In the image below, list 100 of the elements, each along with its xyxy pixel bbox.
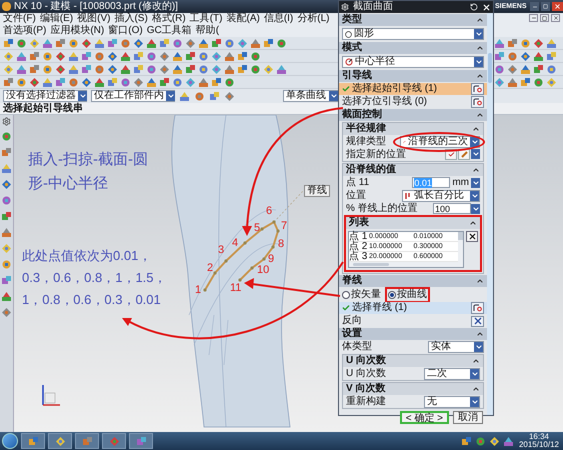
toolbar-icon[interactable]: [460, 436, 472, 446]
toolbar-icon[interactable]: [488, 436, 500, 446]
collapse-icon[interactable]: [476, 330, 484, 338]
toolbar-icon[interactable]: [1, 211, 12, 222]
section-header[interactable]: 模式: [339, 42, 487, 54]
menu-item[interactable]: 格式(R): [152, 13, 186, 25]
section-header[interactable]: V 向次数: [343, 383, 483, 395]
reset-icon[interactable]: [470, 3, 478, 11]
menu-item[interactable]: 文件(F): [3, 13, 36, 25]
toolbar-icon[interactable]: [16, 64, 27, 74]
toolbar-icon[interactable]: [3, 64, 14, 74]
toolbar-icon[interactable]: [133, 38, 144, 48]
toolbar-icon[interactable]: [237, 38, 248, 48]
toolbar-icon[interactable]: [146, 76, 157, 88]
toolbar-icon[interactable]: [68, 50, 79, 62]
toolbar-icon[interactable]: [194, 90, 205, 102]
law-type-dropdown[interactable]: 沿脊线的三次: [400, 136, 480, 148]
toolbar-icon[interactable]: [533, 76, 544, 88]
start-button[interactable]: [2, 433, 18, 449]
toolbar-icon[interactable]: [1, 243, 12, 254]
menu-item[interactable]: 装配(A): [226, 13, 260, 25]
menu-item[interactable]: 编辑(E): [40, 13, 74, 25]
menu-item[interactable]: GC工具箱: [146, 25, 192, 37]
toolbar-icon[interactable]: [224, 64, 235, 74]
toolbar-icon[interactable]: [250, 38, 261, 48]
toolbar-icon[interactable]: [94, 38, 105, 48]
settings-icon[interactable]: [2, 117, 11, 126]
cancel-button[interactable]: 取消: [453, 411, 483, 424]
toolbar-icon[interactable]: [42, 76, 53, 88]
toolbar-icon[interactable]: [546, 76, 557, 88]
toolbar-icon[interactable]: [474, 436, 486, 446]
collapse-icon[interactable]: [472, 166, 480, 174]
curve-select-button[interactable]: [471, 96, 484, 108]
toolbar-icon[interactable]: [133, 50, 144, 62]
section-header[interactable]: 类型: [339, 14, 487, 26]
toolbar-icon[interactable]: [120, 50, 131, 62]
toolbar-icon[interactable]: [172, 64, 183, 74]
collapse-icon[interactable]: [476, 16, 484, 24]
toolbar-icon[interactable]: [1, 195, 12, 206]
toolbar-icon[interactable]: [120, 76, 131, 88]
toolbar-icon[interactable]: [250, 64, 261, 74]
toolbar-icon[interactable]: [3, 76, 14, 88]
section-header[interactable]: 引导线: [339, 70, 487, 82]
toolbar-icon[interactable]: [94, 50, 105, 62]
toolbar-icon[interactable]: [1, 179, 12, 190]
toolbar-icon[interactable]: [16, 38, 27, 48]
toolbar-icon[interactable]: [172, 38, 183, 48]
close-button[interactable]: [551, 14, 560, 22]
section-header[interactable]: 半径规律: [343, 123, 483, 135]
toolbar-icon[interactable]: [3, 50, 14, 62]
toolbar-icon[interactable]: [211, 76, 222, 88]
menu-item[interactable]: 视图(V): [77, 13, 110, 25]
toolbar-icon[interactable]: [81, 50, 92, 62]
toolbar-icon[interactable]: [120, 64, 131, 74]
ok-button[interactable]: < 确定 >: [400, 411, 449, 424]
toolbar-icon[interactable]: [107, 50, 118, 62]
toolbar-icon[interactable]: [494, 64, 505, 74]
toolbar-icon[interactable]: [211, 50, 222, 62]
taskbar-app-button[interactable]: [48, 433, 72, 449]
selection-filter-dropdown[interactable]: 没有选择过滤器: [3, 90, 87, 102]
toolbar-icon[interactable]: [185, 76, 196, 88]
toolbar-icon[interactable]: [1, 259, 12, 270]
toolbar-icon[interactable]: [494, 76, 505, 88]
toolbar-icon[interactable]: [172, 76, 183, 88]
toolbar-icon[interactable]: [224, 76, 235, 88]
toolbar-icon[interactable]: [263, 38, 274, 48]
radio-button[interactable]: [342, 290, 350, 298]
toolbar-icon[interactable]: [1, 275, 12, 286]
toolbar-icon[interactable]: [546, 50, 557, 62]
section-header[interactable]: 设置: [339, 328, 487, 340]
section-header[interactable]: 脊线: [339, 275, 487, 287]
toolbar-icon[interactable]: [507, 64, 518, 74]
minimize-button[interactable]: [529, 14, 538, 22]
toolbar-icon[interactable]: [55, 50, 66, 62]
toolbar-icon[interactable]: [42, 38, 53, 48]
rebuild-dropdown[interactable]: 无: [424, 396, 480, 408]
toolbar-icon[interactable]: [146, 50, 157, 62]
toolbar-icon[interactable]: [159, 64, 170, 74]
toolbar-icon[interactable]: [276, 38, 287, 48]
toolbar-icon[interactable]: [185, 64, 196, 74]
toolbar-icon[interactable]: [3, 38, 14, 48]
toolbar-icon[interactable]: [94, 76, 105, 88]
spine-selection-row[interactable]: 选择脊线 (1): [339, 302, 487, 314]
toolbar-icon[interactable]: [507, 38, 518, 48]
toolbar-icon[interactable]: [29, 38, 40, 48]
percent-field[interactable]: 100: [433, 203, 471, 214]
toolbar-icon[interactable]: [263, 64, 274, 74]
close-icon[interactable]: [482, 2, 491, 12]
toolbar-icon[interactable]: [133, 76, 144, 88]
menu-item[interactable]: 应用模块(N): [50, 25, 104, 37]
delete-button[interactable]: [466, 231, 478, 242]
toolbar-icon[interactable]: [146, 64, 157, 74]
toolbar-icon[interactable]: [533, 64, 544, 74]
menu-item[interactable]: 工具(T): [190, 13, 222, 25]
curve-select-button[interactable]: [471, 83, 484, 95]
toolbar-icon[interactable]: [198, 64, 209, 74]
scope-dropdown[interactable]: 仅在工作部件内: [91, 90, 175, 102]
toolbar-icon[interactable]: [68, 38, 79, 48]
toolbar-icon[interactable]: [546, 64, 557, 74]
vertical-scrollbar[interactable]: [458, 232, 463, 267]
